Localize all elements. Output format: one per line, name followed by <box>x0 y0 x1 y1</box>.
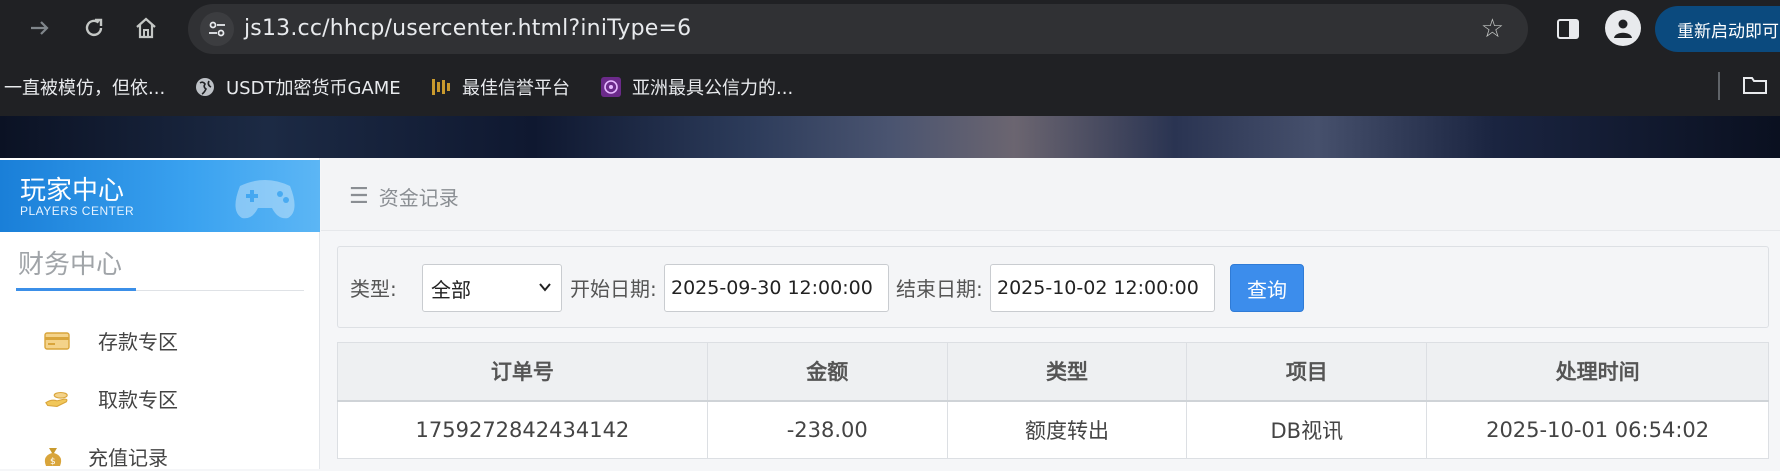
players-center-title: 玩家中心 <box>20 176 125 206</box>
tune-icon <box>209 21 225 37</box>
cell-item: DB视讯 <box>1186 400 1428 459</box>
globe-icon <box>194 76 216 98</box>
browser-toolbar: js13.cc/hhcp/usercenter.html?iniType=6 ☆… <box>0 0 1780 58</box>
reload-button[interactable] <box>74 8 114 48</box>
type-label: 类型: <box>350 277 397 301</box>
gamepad-icon <box>235 180 295 219</box>
cell-process-time: 2025-10-01 06:54:02 <box>1426 400 1769 459</box>
site-banner <box>0 116 1780 158</box>
restart-update-button[interactable]: 重新启动即可 <box>1655 6 1780 52</box>
url-text[interactable]: js13.cc/hhcp/usercenter.html?iniType=6 <box>244 16 691 41</box>
column-header-order-no[interactable]: 订单号 <box>337 342 708 402</box>
chevron-down-icon <box>539 283 551 292</box>
type-select[interactable]: 全部 <box>422 264 562 312</box>
bookmark-label: 亚洲最具公信力的... <box>632 78 794 99</box>
sidebar-item-label: 存款专区 <box>98 330 178 354</box>
bookmark-item[interactable]: 最佳信誉平台 <box>430 74 570 100</box>
query-button[interactable]: 查询 <box>1230 264 1304 312</box>
filter-panel: 类型: 全部 开始日期: 2025-09-30 12:00:00 结束日期: 2… <box>337 246 1769 328</box>
home-button[interactable] <box>126 8 166 48</box>
start-date-input[interactable]: 2025-09-30 12:00:00 <box>664 264 889 312</box>
sidebar-item-label: 取款专区 <box>98 388 178 412</box>
money-bag-icon: $ <box>40 446 66 468</box>
arrow-right-icon <box>31 21 49 35</box>
address-bar[interactable]: js13.cc/hhcp/usercenter.html?iniType=6 ☆ <box>188 4 1528 54</box>
side-panel-button[interactable] <box>1548 14 1588 44</box>
players-center-header: 玩家中心 PLAYERS CENTER <box>0 160 320 232</box>
start-date-value: 2025-09-30 12:00:00 <box>671 277 873 299</box>
bookmark-item[interactable]: 亚洲最具公信力的... <box>600 74 793 100</box>
withdraw-hand-icon <box>44 388 70 410</box>
brand-favicon-gold-icon <box>430 76 452 98</box>
folder-icon[interactable] <box>1742 74 1768 101</box>
start-date-label: 开始日期: <box>570 277 657 301</box>
forward-button[interactable] <box>20 8 60 48</box>
breadcrumb-title: 资金记录 <box>378 186 459 210</box>
cell-type: 额度转出 <box>946 400 1188 459</box>
side-panel-icon <box>1557 19 1579 39</box>
end-date-label: 结束日期: <box>896 277 983 301</box>
reload-icon <box>85 18 103 37</box>
column-header-amount[interactable]: 金额 <box>706 342 948 402</box>
menu-icon[interactable]: ☰ <box>349 184 369 209</box>
bookmark-item[interactable]: 一直被模仿，但依... <box>4 74 165 100</box>
bookmark-star-icon[interactable]: ☆ <box>1481 14 1504 44</box>
bookmark-label: 最佳信誉平台 <box>462 78 570 99</box>
sidebar-item-withdraw[interactable]: 取款专区 <box>44 384 178 413</box>
sidebar: 玩家中心 PLAYERS CENTER 财务中心 存款专区 取款专区 $ 充值记… <box>0 158 320 471</box>
bookmark-label: USDT加密货币GAME <box>226 78 401 99</box>
type-select-value: 全部 <box>431 277 471 302</box>
site-info-button[interactable] <box>200 12 234 46</box>
column-header-process-time[interactable]: 处理时间 <box>1426 342 1769 402</box>
sidebar-item-recharge-record[interactable]: $ 充值记录 <box>40 442 168 471</box>
main-content: ☰ 资金记录 类型: 全部 开始日期: 2025-09-30 12:00:00 … <box>321 158 1780 469</box>
end-date-input[interactable]: 2025-10-02 12:00:00 <box>990 264 1215 312</box>
breadcrumb-bar: ☰ 资金记录 <box>321 158 1780 231</box>
table-row: 1759272842434142 -238.00 额度转出 DB视讯 2025-… <box>337 400 1769 459</box>
bookmark-label: 一直被模仿，但依... <box>4 78 166 99</box>
breadcrumb: ☰ 资金记录 <box>349 182 459 211</box>
table-header-row: 订单号 金额 类型 项目 处理时间 <box>337 342 1769 402</box>
bookmarks-bar: 一直被模仿，但依... USDT加密货币GAME 最佳信誉平台 亚洲最具公信力的… <box>0 58 1780 116</box>
cell-order-no: 1759272842434142 <box>337 400 708 459</box>
end-date-value: 2025-10-02 12:00:00 <box>997 277 1199 299</box>
cell-amount: -238.00 <box>706 400 948 459</box>
deposit-card-icon <box>44 330 70 352</box>
bookmarks-separator <box>1718 72 1720 100</box>
sidebar-item-label: 充值记录 <box>88 446 168 470</box>
bookmark-item[interactable]: USDT加密货币GAME <box>194 74 401 100</box>
column-header-item[interactable]: 项目 <box>1186 342 1428 402</box>
column-header-type[interactable]: 类型 <box>946 342 1188 402</box>
profile-button[interactable] <box>1605 10 1641 46</box>
players-center-subtitle: PLAYERS CENTER <box>20 204 135 218</box>
sidebar-item-deposit[interactable]: 存款专区 <box>44 326 178 355</box>
person-icon <box>1614 19 1632 38</box>
section-accent-bar <box>16 288 136 291</box>
svg-text:$: $ <box>50 457 56 467</box>
fund-records-table: 订单号 金额 类型 项目 处理时间 1759272842434142 -238.… <box>337 342 1769 459</box>
finance-center-title: 财务中心 <box>18 250 123 280</box>
brand-favicon-purple-icon <box>600 76 622 98</box>
home-icon <box>136 17 156 39</box>
